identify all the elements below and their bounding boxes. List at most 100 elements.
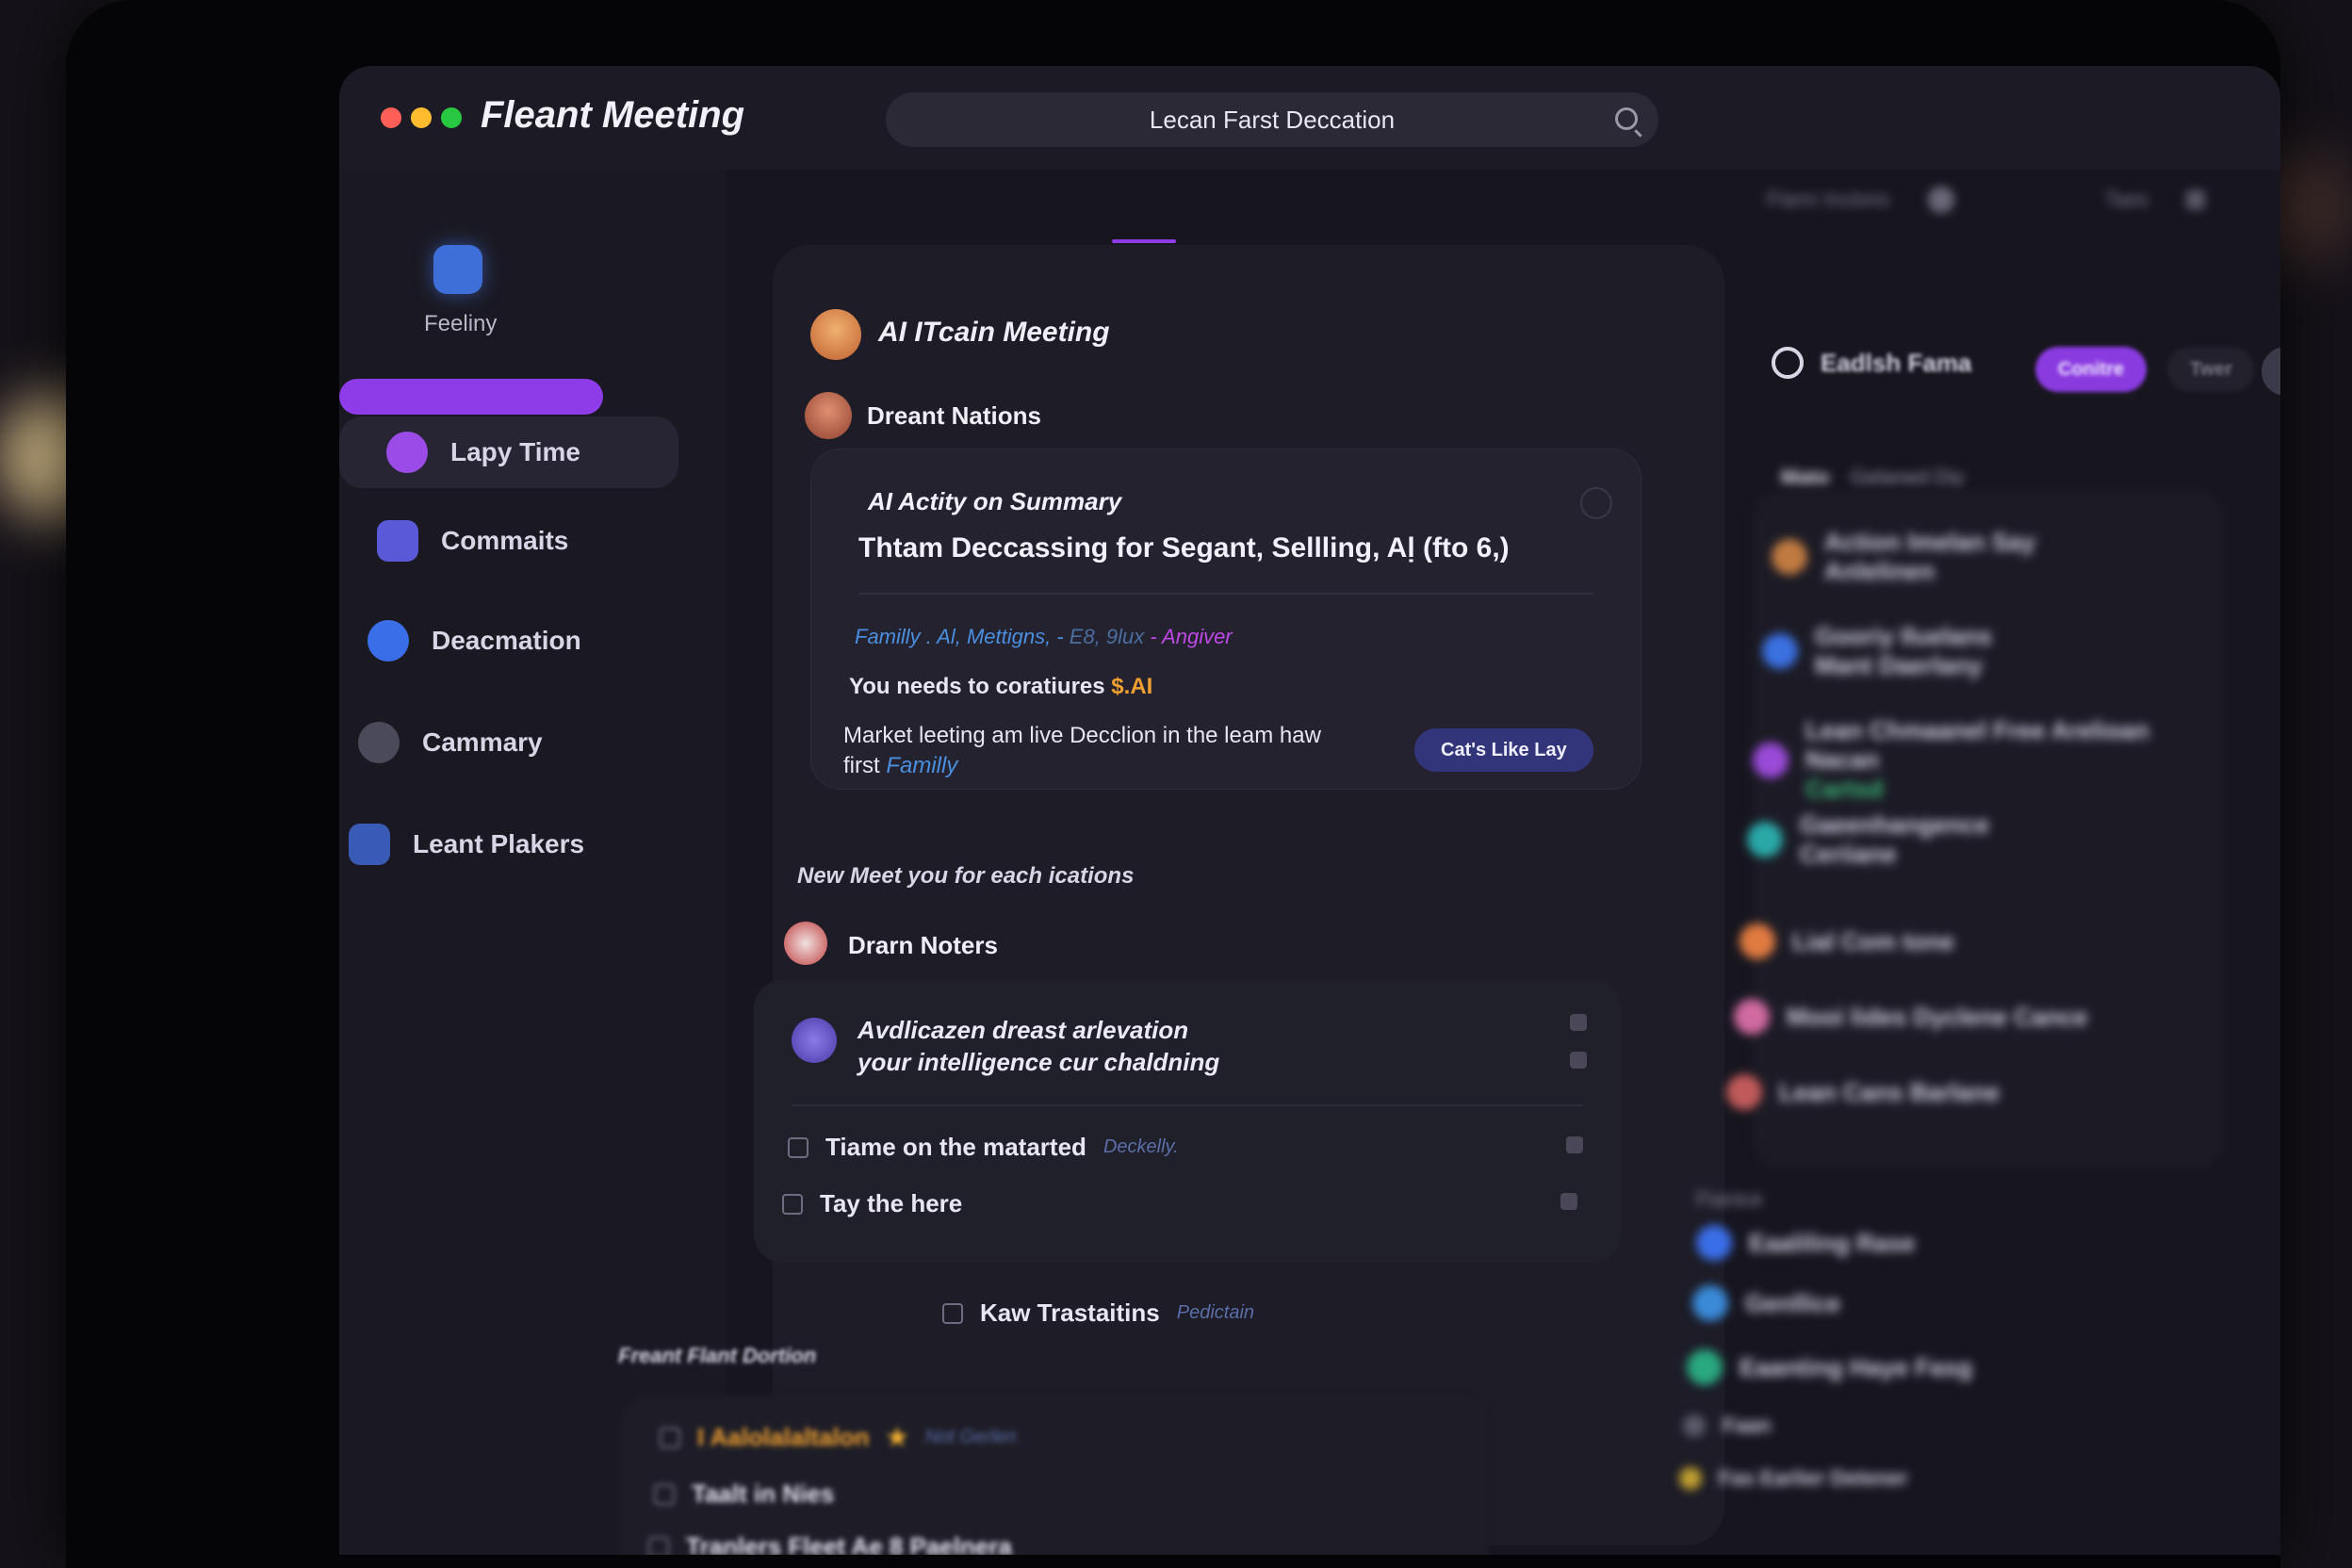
home-icon [654,1483,675,1505]
list-item[interactable]: Kaw Trastaitins Pedictain [942,1298,1254,1328]
market-link[interactable]: Familly [886,753,957,778]
brand-logo-icon[interactable] [433,245,482,294]
list-item[interactable]: Lean Cans Barlane [1726,1074,2000,1110]
active-nav-indicator [339,379,603,415]
panel-search[interactable]: Eadlsh Fama [1772,347,1971,379]
list-item-meta: Pedictain [1176,1302,1255,1323]
section-meta: Gelaned Diy [1850,466,1965,489]
user-icon[interactable] [1566,1136,1583,1153]
meeting-avatar [810,309,861,360]
main-panel [773,245,1724,1545]
cta-button[interactable]: Cat's Like Lay [1414,728,1593,772]
ai-summary-card: AI Actity on Summary Thtam Deccassing fo… [810,449,1642,790]
section-label: New Meet you for each ications [797,863,1135,889]
profile-avatar[interactable] [2262,347,2280,396]
primary-button[interactable]: Conitre [2035,347,2147,392]
recent-card: I Aalolalaltalon ★ Not Gerlen Taalt in N… [622,1395,1489,1555]
maximize-window-button[interactable] [441,107,462,128]
section-label: Mato [1781,466,1830,489]
list-item[interactable]: Tay the here [782,1189,962,1218]
list-item-label: Gooriy Iluelans [1815,622,1992,650]
sidebar-item-cammary[interactable]: Cammary [358,714,543,771]
secondary-button[interactable]: Twer [2167,347,2256,392]
user-icon[interactable] [1927,187,1954,213]
close-window-button[interactable] [381,107,401,128]
summary-market: Market leeting am live Decclion in the l… [843,721,1333,781]
edit-icon[interactable] [1560,1193,1577,1210]
laptop-bezel: Fleant Meeting Lecan Farst Deccation Fee… [66,0,2280,1568]
notes-header: Drarn Noters [848,931,998,959]
notes-card: Avdlicazen dreast arlevation your intell… [754,980,1621,1263]
list-item-label: Gaeenhangence [1800,810,1989,839]
list-item[interactable]: Lial Com tone [1740,923,1954,959]
list-item[interactable]: Fas Earlier Detener [1679,1466,1908,1491]
list-item[interactable]: Lean Chmaanel Free Arelioan Nacan Cartsd [1753,716,2224,804]
sidebar-item-commaits[interactable]: Commaits [377,513,568,569]
tasks-link[interactable]: Taes [2105,188,2148,212]
avatar [1747,822,1783,858]
list-item[interactable]: I Aalolalaltalon ★ Not Gerlen [660,1423,1017,1452]
copy-icon[interactable] [1570,1052,1587,1069]
app-window: Fleant Meeting Lecan Farst Deccation Fee… [339,66,2280,1555]
search-input[interactable]: Lecan Farst Deccation [886,92,1658,147]
list-item[interactable]: Gooriy Iluelans Mant Daerlany [1762,622,1992,680]
list-item[interactable]: Gaeenhangence Ceriiane [1747,810,1989,869]
brand-label: Feeliny [424,311,498,336]
list-item[interactable]: Eaanting Haye Fasg [1687,1349,1972,1385]
home-icon [660,1427,680,1448]
avatar [1762,633,1798,669]
divider [792,1104,1583,1106]
list-item[interactable]: Tiame on the matarted Deckelly. [788,1133,1179,1162]
avatar [1726,1074,1762,1110]
title-bar: Fleant Meeting Lecan Farst Deccation [339,66,2280,170]
active-tab-indicator [1112,239,1176,243]
tag[interactable]: E8, 9lux [1070,625,1145,648]
list-item-label: Lial Com tone [1792,926,1954,956]
leaf-icon [349,824,390,865]
list-item[interactable]: Tranlers Fleet Ae 8 Paelnera [648,1532,1012,1555]
avatar [1753,742,1788,778]
list-item[interactable]: Taalt in Nies [654,1479,834,1509]
summary-title: AI Actity on Summary [868,487,1122,515]
sidebar-item-label: Commaits [441,526,569,555]
divider [858,593,1593,595]
building-icon [377,520,418,562]
minimize-window-button[interactable] [411,107,432,128]
app-title: Fleant Meeting [481,94,745,136]
list-item[interactable]: Mooi lides Dyclene Cance [1734,999,2087,1035]
sidebar-item-label: Lapy Time [450,437,580,466]
note-avatar [792,1018,837,1063]
list-item-label: Lean Chmaanel Free Arelioan Nacan [1805,716,2149,774]
list-item-label: Genllice [1745,1288,1841,1317]
list-item[interactable]: Eaaliling Rase [1696,1225,1915,1261]
tag[interactable]: - Angiver [1150,625,1232,648]
home-icon [782,1193,803,1215]
panel-search-label: Eadlsh Fama [1821,348,1972,377]
sidebar-item-label: Deacmation [432,626,581,655]
list-item[interactable]: Faan [1683,1413,1771,1438]
pin-icon[interactable] [1570,1014,1587,1031]
note-lead-2: your intelligence cur chaldning [858,1048,1220,1076]
list-item-sub: Ceriiane [1800,840,1897,868]
list-item-sub: Anlelinen [1824,557,1936,585]
meeting-title: AI ITcain Meeting [878,317,1110,348]
search-icon[interactable] [1615,107,1638,130]
list-item-label: Lean Cans Barlane [1779,1077,2001,1106]
filter-dropdown[interactable]: Flann Inclons [1767,188,1890,212]
notes-avatar [784,922,827,965]
expand-icon[interactable] [1580,487,1612,519]
sidebar-item-leant-plakers[interactable]: Leant Plakers [349,816,584,873]
pin-icon[interactable] [2186,190,2205,209]
footer-section-label: Fianice [1696,1187,1763,1211]
sidebar-item-deacmation[interactable]: Deacmation [368,612,581,669]
avatar [1687,1349,1723,1385]
list-item[interactable]: Action Imelan Say Anlelinen [1772,528,2035,586]
tag[interactable]: Familly . Al, Mettigns, - [855,625,1064,648]
list-item-label: Kaw Trastaitins [980,1298,1160,1327]
home-icon [788,1136,808,1158]
home-icon [942,1302,963,1324]
avatar [1696,1225,1732,1261]
list-item[interactable]: Genllice [1692,1285,1840,1321]
sidebar-item-lapy-time[interactable]: Lapy Time [386,424,580,481]
list-item-label: I Aalolalaltalon [697,1423,870,1451]
